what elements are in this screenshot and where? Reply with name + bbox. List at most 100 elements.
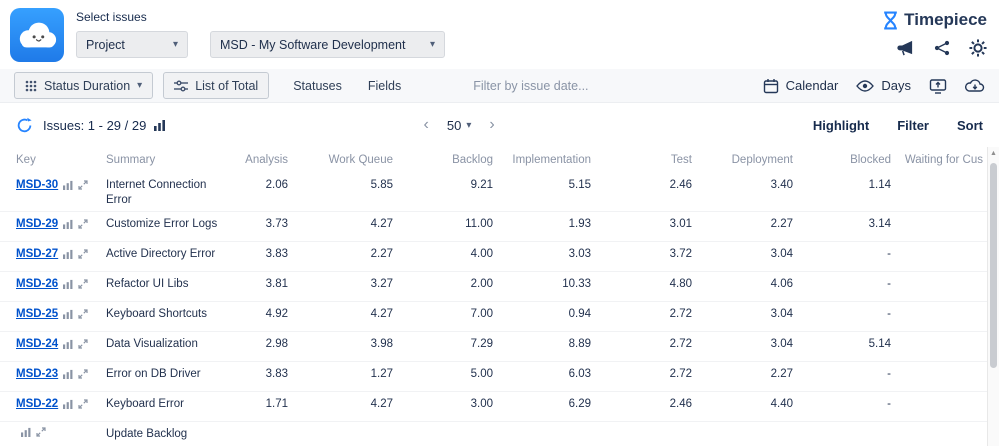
column-header[interactable]: Work Queue — [292, 154, 397, 166]
status-duration-button[interactable]: Status Duration ▾ — [14, 72, 154, 99]
bar-chart-icon[interactable] — [63, 309, 73, 320]
sort-button[interactable]: Sort — [957, 118, 983, 133]
expand-icon[interactable] — [78, 309, 88, 320]
issue-key-link[interactable]: MSD-30 — [16, 178, 58, 193]
expand-icon[interactable] — [78, 339, 88, 350]
column-header[interactable]: Implementation — [497, 154, 595, 166]
expand-icon[interactable] — [36, 427, 46, 437]
table-row: MSD-27 Active Directory Error 3.83 2.27 4.… — [0, 242, 999, 273]
issue-key-link[interactable]: MSD-26 — [16, 277, 58, 292]
column-header[interactable]: Backlog — [397, 154, 497, 166]
issue-key-link[interactable]: MSD-25 — [16, 307, 58, 322]
issue-key-link[interactable]: MSD-29 — [16, 217, 58, 232]
duration-value: 0.94 — [568, 308, 591, 321]
expand-icon[interactable] — [78, 369, 88, 380]
brand-name: Timepiece — [904, 10, 987, 29]
scope-select-value: Project — [86, 37, 125, 52]
calendar-toggle[interactable]: Calendar — [763, 78, 839, 94]
duration-value: 1.93 — [568, 218, 591, 231]
duration-value: 5.85 — [370, 179, 393, 191]
select-issues-label: Select issues — [76, 10, 147, 24]
status-duration-label: Status Duration — [44, 78, 131, 93]
issues-bar: Issues: 1 - 29 / 29 ‹ 50 ▾ › Highlight F… — [0, 103, 999, 147]
table-row: MSD-22 Keyboard Error 1.71 4.27 3.00 6.29 2.… — [0, 392, 999, 423]
scope-select[interactable]: Project ▾ — [76, 31, 188, 58]
scrollbar-thumb[interactable] — [990, 163, 997, 368]
calendar-label: Calendar — [785, 78, 839, 93]
next-page-button[interactable]: › — [489, 117, 494, 133]
duration-value: 1.71 — [265, 398, 288, 411]
table-row: MSD-26 Refactor UI Libs 3.81 3.27 2.00 10.3… — [0, 272, 999, 303]
gear-icon[interactable] — [968, 39, 987, 57]
share-icon[interactable] — [932, 39, 951, 57]
vertical-scrollbar[interactable]: ▲ — [987, 147, 999, 446]
duration-value: 5.15 — [568, 179, 591, 191]
table-row: MSD-24 Data Visualization 2.98 3.98 7.29 8.… — [0, 332, 999, 363]
bar-chart-icon[interactable] — [21, 427, 31, 438]
duration-value: - — [887, 368, 891, 381]
column-header[interactable]: Summary — [106, 154, 242, 166]
scroll-up-arrow-icon[interactable]: ▲ — [988, 147, 999, 157]
statuses-button[interactable]: Statuses — [291, 79, 344, 93]
fields-button[interactable]: Fields — [366, 79, 403, 93]
duration-value: 7.00 — [470, 308, 493, 321]
duration-value: 2.27 — [370, 248, 393, 261]
expand-icon[interactable] — [78, 249, 88, 260]
cloud-download-icon[interactable] — [965, 78, 985, 93]
bar-chart-icon[interactable] — [63, 339, 73, 350]
duration-value: - — [887, 308, 891, 321]
duration-value: - — [887, 398, 891, 411]
issue-key-link[interactable]: MSD-22 — [16, 397, 58, 412]
brand-logo: Timepiece — [882, 10, 987, 30]
bar-chart-icon[interactable] — [63, 369, 73, 380]
expand-icon[interactable] — [78, 219, 88, 230]
expand-icon[interactable] — [78, 180, 88, 190]
prev-page-button[interactable]: ‹ — [424, 117, 429, 133]
list-of-total-button[interactable]: List of Total — [163, 72, 270, 99]
duration-value: 2.27 — [770, 368, 793, 381]
refresh-icon[interactable] — [16, 116, 34, 134]
duration-value: 3.98 — [370, 338, 393, 351]
bar-chart-icon[interactable] — [154, 119, 166, 131]
issues-count-text: Issues: 1 - 29 / 29 — [43, 117, 147, 133]
column-header[interactable]: Analysis — [242, 154, 292, 166]
bar-chart-icon[interactable] — [63, 399, 73, 410]
bar-chart-icon[interactable] — [63, 180, 73, 191]
column-header[interactable]: Test — [595, 154, 696, 166]
bar-chart-icon[interactable] — [63, 249, 73, 260]
highlight-button[interactable]: Highlight — [813, 118, 869, 133]
duration-value: 4.27 — [370, 218, 393, 231]
duration-value: 2.46 — [669, 398, 692, 411]
column-header[interactable]: Blocked — [797, 154, 895, 166]
column-header[interactable]: Key — [16, 154, 106, 166]
duration-value: 2.00 — [470, 278, 493, 291]
issues-table: Key Summary Analysis Work Queue Backlog Imple… — [0, 147, 999, 446]
expand-icon[interactable] — [78, 399, 88, 410]
issue-summary: Internet Connection Error — [106, 179, 207, 206]
app-logo-icon — [10, 8, 64, 62]
toolbar: Status Duration ▾ List of Total Statuses… — [0, 69, 999, 103]
megaphone-icon[interactable] — [896, 39, 915, 57]
duration-value: 3.83 — [265, 248, 288, 261]
expand-icon[interactable] — [78, 279, 88, 290]
issue-key-link[interactable]: MSD-23 — [16, 367, 58, 382]
bar-chart-icon[interactable] — [63, 279, 73, 290]
duration-value: 2.98 — [265, 338, 288, 351]
bar-chart-icon[interactable] — [63, 219, 73, 230]
duration-value: 4.40 — [770, 398, 793, 411]
chevron-down-icon: ▾ — [466, 119, 472, 131]
duration-value: 2.27 — [770, 218, 793, 231]
duration-value: 9.21 — [470, 179, 493, 191]
column-header[interactable]: Deployment — [696, 154, 797, 166]
issue-date-filter-input[interactable] — [473, 78, 644, 93]
column-header[interactable]: Waiting for Cus — [895, 154, 987, 166]
duration-value: 11.00 — [465, 218, 493, 231]
export-icon[interactable] — [929, 78, 947, 94]
issue-key-link[interactable]: MSD-27 — [16, 247, 58, 262]
page-size-select[interactable]: 50 ▾ — [447, 118, 472, 133]
issue-key-link[interactable]: MSD-24 — [16, 337, 58, 352]
days-toggle[interactable]: Days — [856, 78, 911, 93]
project-select[interactable]: MSD - My Software Development ▾ — [210, 31, 445, 58]
filter-button[interactable]: Filter — [897, 118, 929, 133]
table-row: MSD-25 Keyboard Shortcuts 4.92 4.27 7.00 0.… — [0, 302, 999, 333]
